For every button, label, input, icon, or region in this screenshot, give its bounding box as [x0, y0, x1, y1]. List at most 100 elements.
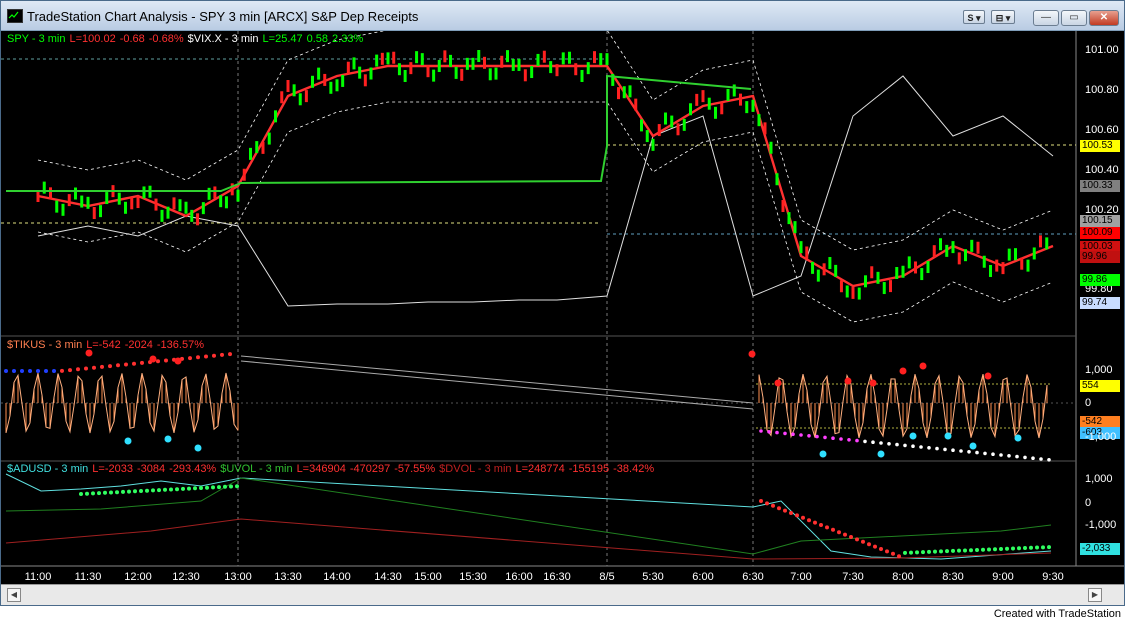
spy-candle — [286, 80, 290, 93]
spy-candle — [154, 198, 158, 211]
spy-candle — [190, 209, 194, 222]
chart-canvas[interactable] — [1, 31, 1124, 584]
breadth-dot — [145, 488, 149, 493]
spy-candle — [676, 123, 680, 136]
breadth-dot — [957, 548, 961, 553]
spy-candle — [130, 197, 134, 210]
title-bar[interactable]: TradeStation Chart Analysis - SPY 3 min … — [1, 1, 1124, 31]
tick-dot — [92, 365, 96, 370]
time-axis-label: 8/5 — [599, 571, 615, 583]
tick-dot — [927, 446, 931, 450]
spy-candle — [255, 141, 259, 154]
spy-candle — [477, 50, 481, 63]
time-axis-label: 16:00 — [505, 571, 533, 583]
breadth-dot — [765, 501, 769, 506]
tick-high-marker — [869, 379, 877, 387]
spy-candle — [201, 202, 205, 215]
symbol-link-button[interactable]: S ▾ — [963, 10, 985, 24]
spy-candle — [236, 189, 240, 202]
breadth-dot — [175, 487, 179, 492]
spy-candle — [593, 51, 596, 64]
breadth-dot — [235, 484, 239, 489]
breadth-legend-item: -293.43% — [169, 463, 217, 475]
time-axis-label: 11:00 — [24, 571, 52, 583]
breadth-dot — [1047, 545, 1051, 550]
time-axis-label: 15:30 — [459, 571, 487, 583]
tick-low-marker — [1014, 434, 1022, 442]
spy-candle — [437, 59, 441, 72]
price-value-tag: 100.15 — [1080, 215, 1120, 227]
tick-dot — [196, 355, 200, 360]
scroll-right-arrow-icon[interactable]: ▶ — [1088, 588, 1102, 602]
breadth-dot — [987, 547, 991, 552]
tick-dot — [831, 436, 835, 441]
spy-candle — [449, 54, 452, 67]
breadth-dot — [843, 532, 847, 537]
spy-candle — [380, 52, 384, 65]
grid-link-button[interactable]: ⊟ ▾ — [991, 10, 1015, 24]
spy-candle — [822, 263, 826, 276]
spy-candle — [957, 252, 961, 265]
spy-candle — [298, 93, 302, 106]
tick-dot — [967, 450, 971, 454]
spy-candle — [242, 168, 246, 181]
breadth-dot — [837, 530, 841, 535]
tick-dot — [879, 441, 883, 445]
tick-dot — [36, 369, 40, 373]
breadth-dot — [109, 490, 113, 495]
restore-button[interactable]: ▭ — [1061, 10, 1087, 26]
breadth-dot — [133, 489, 137, 494]
tick-dot — [60, 368, 64, 373]
spy-candle — [506, 50, 509, 63]
minimize-button[interactable]: — — [1033, 10, 1059, 26]
spy-candle — [184, 201, 188, 214]
tick-high-marker — [149, 355, 157, 363]
price-axis-label: 100.40 — [1085, 164, 1119, 176]
tick-dot — [903, 443, 907, 448]
tick-dot — [783, 431, 787, 436]
spy-candle — [55, 200, 59, 213]
breadth-dot — [85, 491, 89, 496]
breadth-legend-item: $UVOL - 3 min — [220, 463, 293, 475]
time-axis-label: 15:00 — [414, 571, 442, 583]
tick-dot — [4, 369, 8, 373]
spy-candle — [49, 187, 52, 200]
spy-candle — [172, 197, 176, 210]
spy-candle — [443, 50, 447, 63]
price-value-tag: 99.86 — [1080, 274, 1120, 286]
tick-dot — [839, 437, 843, 441]
tick-dot — [84, 366, 88, 371]
time-axis-label: 8:30 — [942, 571, 964, 583]
breadth-legend-item: -57.55% — [394, 463, 436, 475]
tradestation-app-icon[interactable] — [7, 9, 23, 23]
breadth-axis-label: 0 — [1085, 497, 1092, 509]
spy-candle — [634, 98, 638, 111]
spy-candle — [640, 119, 643, 132]
spy-candle — [99, 205, 102, 218]
spy-candle — [781, 199, 785, 212]
spy-candle — [426, 65, 430, 78]
spy-candle — [86, 196, 90, 209]
scroll-left-arrow-icon[interactable]: ◀ — [7, 588, 21, 602]
spy-candle — [763, 122, 767, 135]
spy-candle — [523, 69, 527, 82]
close-button[interactable]: ✕ — [1089, 10, 1119, 26]
tick-dot — [228, 352, 232, 357]
breadth-dot — [915, 550, 919, 555]
tick-dot — [775, 430, 779, 435]
spy-candle — [67, 194, 71, 207]
breadth-value-tag: -2,033 — [1080, 543, 1120, 555]
tick-high-marker — [774, 379, 782, 387]
spy-candle — [839, 280, 843, 293]
breadth-dot — [819, 523, 823, 527]
horizontal-scrollbar[interactable]: ◀ ▶ — [1, 584, 1124, 605]
spy-candle — [61, 203, 65, 216]
spy-candle — [787, 212, 791, 225]
chart-area[interactable]: SPY - 3 min L=100.02 -0.68 -0.68% $VIX.X - 3… — [1, 31, 1124, 584]
tick-dot — [895, 442, 899, 447]
breadth-legend-item: L=-2033 — [92, 463, 133, 475]
tick-high-marker — [984, 372, 992, 380]
tick-dot — [116, 363, 120, 368]
breadth-dot — [1023, 546, 1027, 551]
spy-candle — [989, 264, 992, 277]
